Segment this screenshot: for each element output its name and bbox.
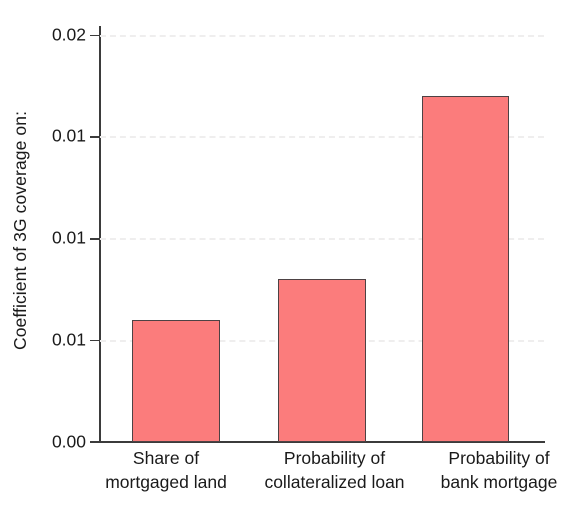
x-category-label-2-line-0: Probability of: [448, 448, 550, 468]
bar-share-of-mortgaged-land[interactable]: [131, 319, 220, 442]
plot-area: 0.02 0.01 0.01 0.01 0.00: [52, 0, 545, 451]
y-tick-label-4: 0.02: [51, 24, 86, 45]
x-axis-category-labels: Share of mortgaged land Probability of c…: [99, 446, 557, 506]
y-tick-label-1: 0.01: [51, 329, 86, 350]
tick-mark-0: [90, 441, 99, 444]
tick-mark-2: [90, 238, 99, 240]
x-category-label-2: Probability of bank mortgage: [419, 446, 563, 494]
tick-mark-1: [90, 339, 99, 342]
x-category-label-2-line-1: bank mortgage: [440, 472, 558, 492]
x-category-label-1: Probability of collateralized loan: [247, 446, 422, 494]
x-category-label-0-line-0: Share of: [132, 448, 200, 468]
y-tick-label-3: 0.01: [51, 125, 86, 146]
y-tick-label-2: 0.01: [51, 227, 86, 248]
y-axis-title-container: Coefficient of 3G coverage on:: [0, 0, 42, 460]
bar-chart-figure: Coefficient of 3G coverage on: 0.02 0.01…: [0, 0, 563, 506]
gridline-4: [100, 34, 544, 37]
x-category-label-0-line-1: mortgaged land: [105, 472, 227, 492]
y-axis-title: Coefficient of 3G coverage on:: [10, 110, 31, 350]
bar-probability-of-collateralized-loan[interactable]: [277, 278, 366, 442]
bar-probability-of-bank-mortgage[interactable]: [421, 95, 509, 442]
x-category-label-0: Share of mortgaged land: [77, 446, 255, 494]
x-category-label-1-line-1: collateralized loan: [264, 472, 405, 492]
y-axis-line: [99, 26, 101, 442]
tick-mark-4: [90, 34, 99, 37]
tick-mark-3: [90, 136, 99, 138]
x-category-label-1-line-0: Probability of: [283, 448, 386, 468]
